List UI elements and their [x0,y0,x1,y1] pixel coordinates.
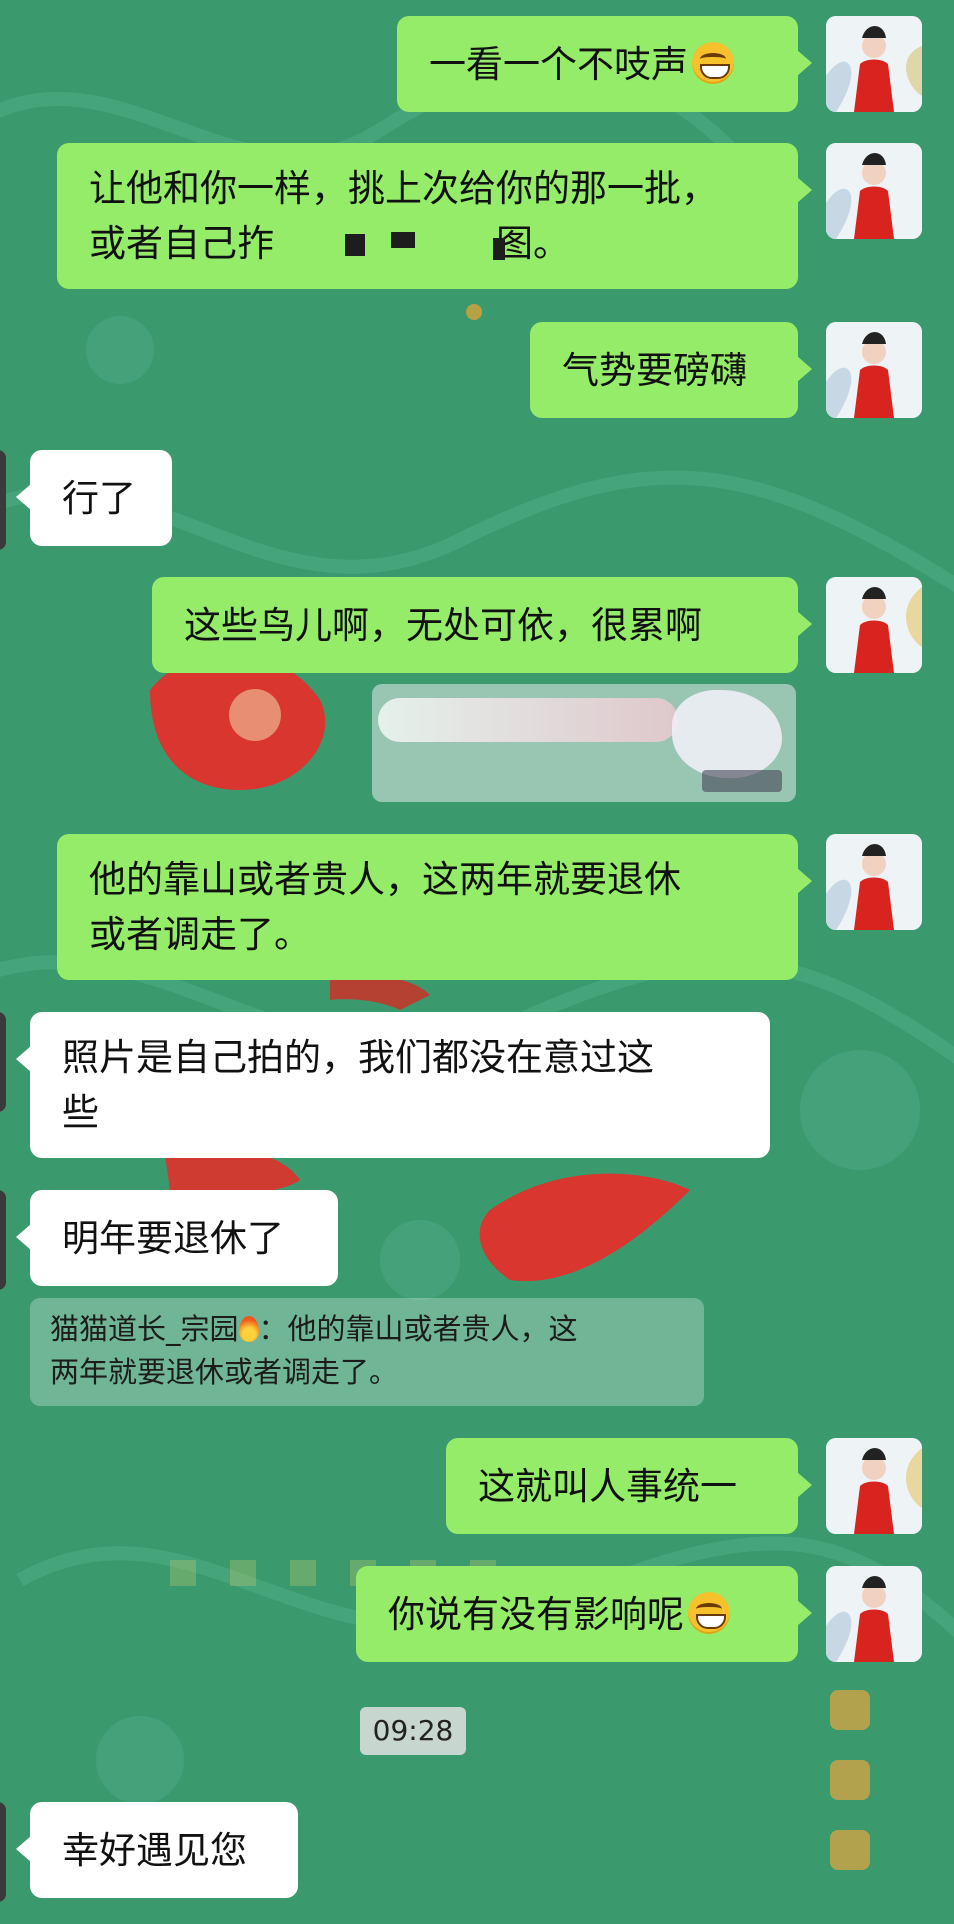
message-bubble-sent[interactable]: 这些鸟儿啊，无处可依，很累啊 [152,577,812,673]
message-text-line: 或者调走了。 [89,913,311,956]
message-text: 行了 [62,476,136,520]
message-text: 一看一个不吱声 [429,42,688,86]
message-bubble-sent[interactable]: 一看一个不吱声 [397,16,812,112]
redaction-mosaic [493,238,505,260]
fire-icon [238,1316,259,1342]
grinning-emoji-icon [692,41,734,84]
avatar-self[interactable] [826,322,922,418]
message-text: 这些鸟儿啊，无处可依，很累啊 [184,603,702,647]
message-bubble-sent[interactable]: 让他和你一样，挑上次给你的那一批， 或者自己拃 图。 [57,143,812,289]
message-text: 明年要退休了 [62,1216,284,1260]
image-message[interactable] [372,684,796,802]
quoted-message[interactable]: 猫猫道长_宗园 ：他的靠山或者贵人，这 两年就要退休或者调走了。 [30,1298,704,1406]
quote-text-line: 两年就要退休或者调走了。 [50,1355,399,1389]
message-bubble-received[interactable]: 行了 [16,450,172,546]
redaction-mosaic [391,232,415,248]
avatar-contact[interactable] [0,1012,6,1112]
grinning-emoji-icon [688,1591,730,1634]
message-bubble-sent[interactable]: 这就叫人事统一 [446,1438,812,1534]
blurred-content [672,690,782,778]
message-bubble-received[interactable]: 明年要退休了 [16,1190,338,1286]
message-text: 你说有没有影响呢 [388,1592,684,1636]
message-text-line: 图。 [496,222,570,265]
avatar-self[interactable] [826,143,922,239]
redaction-mosaic [345,234,365,256]
avatar-self[interactable] [826,1438,922,1534]
avatar-self[interactable] [826,577,922,673]
quote-sender: 猫猫道长_宗园 [50,1312,239,1346]
message-bubble-sent[interactable]: 你说有没有影响呢 [356,1566,812,1662]
blurred-content [702,770,782,792]
message-text-line: 照片是自己拍的，我们都没在意过这 [62,1036,654,1079]
blurred-content [378,698,678,742]
avatar-contact[interactable] [0,1802,6,1902]
message-bubble-received[interactable]: 幸好遇见您 [16,1802,298,1898]
message-text: 气势要磅礴 [562,348,747,392]
message-text-line: 些 [62,1091,99,1134]
message-text-line: 或者自己拃 [89,222,274,265]
message-text: 这就叫人事统一 [478,1464,737,1508]
quote-text-line: 他的靠山或者贵人，这 [287,1312,578,1346]
chat-area: 一看一个不吱声 让他和你一样，挑上次给你的那一批， 或者自己拃 图。 气势要磅礴 … [0,0,954,1924]
message-bubble-received[interactable]: 照片是自己拍的，我们都没在意过这 些 [16,1012,770,1158]
timestamp: 09:28 [360,1707,466,1755]
avatar-contact[interactable] [0,450,6,550]
message-bubble-sent[interactable]: 气势要磅礴 [530,322,812,418]
message-text: 幸好遇见您 [62,1828,247,1872]
avatar-self[interactable] [826,1566,922,1662]
avatar-contact[interactable] [0,1190,6,1290]
message-bubble-sent[interactable]: 他的靠山或者贵人，这两年就要退休 或者调走了。 [57,834,812,980]
message-text-line: 他的靠山或者贵人，这两年就要退休 [89,858,681,901]
avatar-self[interactable] [826,834,922,930]
message-text-line: 让他和你一样，挑上次给你的那一批， [89,167,718,210]
quote-separator: ： [258,1312,288,1346]
avatar-self[interactable] [826,16,922,112]
